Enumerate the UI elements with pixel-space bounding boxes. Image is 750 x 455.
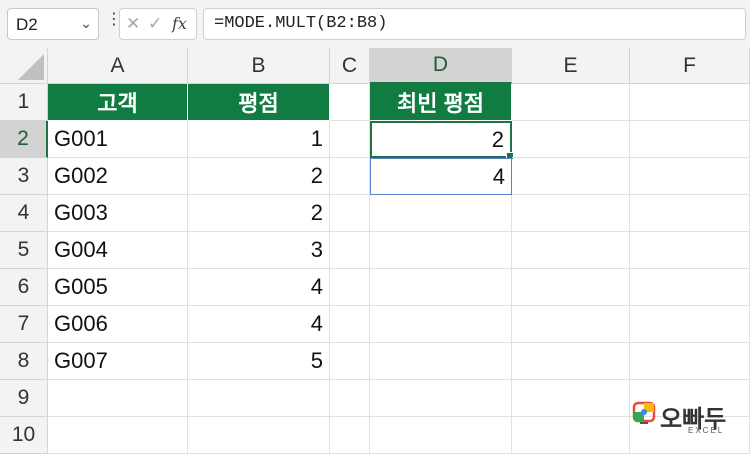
- cell-b8[interactable]: 5: [188, 343, 330, 380]
- insert-function-icon[interactable]: fx: [172, 14, 187, 33]
- row-header-10[interactable]: 10: [0, 417, 48, 454]
- cell-a1[interactable]: 고객: [48, 84, 188, 121]
- name-box-value: D2: [16, 15, 38, 34]
- cell-a8[interactable]: G007: [48, 343, 188, 380]
- row-header-5[interactable]: 5: [0, 232, 48, 269]
- cell-d7[interactable]: [370, 306, 512, 343]
- column-header-e[interactable]: E: [512, 48, 630, 84]
- logo-sub: EXCEL: [688, 426, 725, 435]
- row-header-8[interactable]: 8: [0, 343, 48, 380]
- cell-b3[interactable]: 2: [188, 158, 330, 195]
- cell-e5[interactable]: [512, 232, 630, 269]
- formula-input[interactable]: =MODE.MULT(B2:B8): [203, 8, 746, 40]
- cell-a3[interactable]: G002: [48, 158, 188, 195]
- row-header-9[interactable]: 9: [0, 380, 48, 417]
- cell-d10[interactable]: [370, 417, 512, 454]
- cell-b7[interactable]: 4: [188, 306, 330, 343]
- cell-f6[interactable]: [630, 269, 750, 306]
- row-header-7[interactable]: 7: [0, 306, 48, 343]
- cell-e1[interactable]: [512, 84, 630, 121]
- cell-d5[interactable]: [370, 232, 512, 269]
- cell-c4[interactable]: [330, 195, 370, 232]
- cell-b10[interactable]: [188, 417, 330, 454]
- cell-e2[interactable]: [512, 121, 630, 158]
- cell-b6[interactable]: 4: [188, 269, 330, 306]
- cell-d4[interactable]: [370, 195, 512, 232]
- cell-b9[interactable]: [188, 380, 330, 417]
- column-header-b[interactable]: B: [188, 48, 330, 84]
- cell-c3[interactable]: [330, 158, 370, 195]
- cell-e3[interactable]: [512, 158, 630, 195]
- cancel-icon[interactable]: ✕: [126, 14, 140, 34]
- cell-f7[interactable]: [630, 306, 750, 343]
- cell-a7[interactable]: G006: [48, 306, 188, 343]
- column-header-a[interactable]: A: [48, 48, 188, 84]
- oppadu-logo: 오빠두 EXCEL: [632, 399, 732, 439]
- cell-a10[interactable]: [48, 417, 188, 454]
- cell-c2[interactable]: [330, 121, 370, 158]
- formula-text: =MODE.MULT(B2:B8): [214, 14, 388, 33]
- enter-icon[interactable]: ✓: [148, 14, 162, 34]
- column-header-f[interactable]: F: [630, 48, 750, 84]
- cell-a4[interactable]: G003: [48, 195, 188, 232]
- formula-buttons: ✕ ✓ fx: [119, 8, 197, 40]
- cell-f1[interactable]: [630, 84, 750, 121]
- cell-d3[interactable]: 4: [370, 158, 512, 195]
- cell-c1[interactable]: [330, 84, 370, 121]
- cell-e6[interactable]: [512, 269, 630, 306]
- cell-d2[interactable]: 2: [370, 121, 514, 160]
- cell-e8[interactable]: [512, 343, 630, 380]
- column-header-d[interactable]: D: [370, 48, 512, 84]
- cell-a9[interactable]: [48, 380, 188, 417]
- row-header-6[interactable]: 6: [0, 269, 48, 306]
- select-all-icon: [18, 54, 44, 80]
- cell-a6[interactable]: G005: [48, 269, 188, 306]
- cell-d9[interactable]: [370, 380, 512, 417]
- cell-d1[interactable]: 최빈 평점: [370, 84, 512, 121]
- cell-c6[interactable]: [330, 269, 370, 306]
- cell-c10[interactable]: [330, 417, 370, 454]
- cell-e10[interactable]: [512, 417, 630, 454]
- cell-b4[interactable]: 2: [188, 195, 330, 232]
- cell-b1[interactable]: 평점: [188, 84, 330, 121]
- chevron-down-icon[interactable]: ⌄: [80, 15, 92, 32]
- cell-e9[interactable]: [512, 380, 630, 417]
- cell-a2[interactable]: G001: [48, 121, 188, 158]
- cell-e7[interactable]: [512, 306, 630, 343]
- cell-f8[interactable]: [630, 343, 750, 380]
- select-all-corner[interactable]: [0, 48, 48, 84]
- cell-c8[interactable]: [330, 343, 370, 380]
- row-header-3[interactable]: 3: [0, 158, 48, 195]
- cell-d8[interactable]: [370, 343, 512, 380]
- cell-e4[interactable]: [512, 195, 630, 232]
- logo-mark-icon: [632, 401, 656, 424]
- cell-b2[interactable]: 1: [188, 121, 330, 158]
- column-header-c[interactable]: C: [330, 48, 370, 84]
- cell-c5[interactable]: [330, 232, 370, 269]
- cell-a5[interactable]: G004: [48, 232, 188, 269]
- cell-f2[interactable]: [630, 121, 750, 158]
- cell-f4[interactable]: [630, 195, 750, 232]
- name-box[interactable]: D2 ⌄: [7, 8, 99, 40]
- row-header-4[interactable]: 4: [0, 195, 48, 232]
- formula-bar-area: D2 ⌄ ⋮ ✕ ✓ fx =MODE.MULT(B2:B8): [0, 0, 750, 48]
- cell-b5[interactable]: 3: [188, 232, 330, 269]
- cell-d6[interactable]: [370, 269, 512, 306]
- cell-f3[interactable]: [630, 158, 750, 195]
- cell-f5[interactable]: [630, 232, 750, 269]
- cell-c7[interactable]: [330, 306, 370, 343]
- row-header-1[interactable]: 1: [0, 84, 48, 121]
- cell-c9[interactable]: [330, 380, 370, 417]
- row-header-2[interactable]: 2: [0, 121, 48, 158]
